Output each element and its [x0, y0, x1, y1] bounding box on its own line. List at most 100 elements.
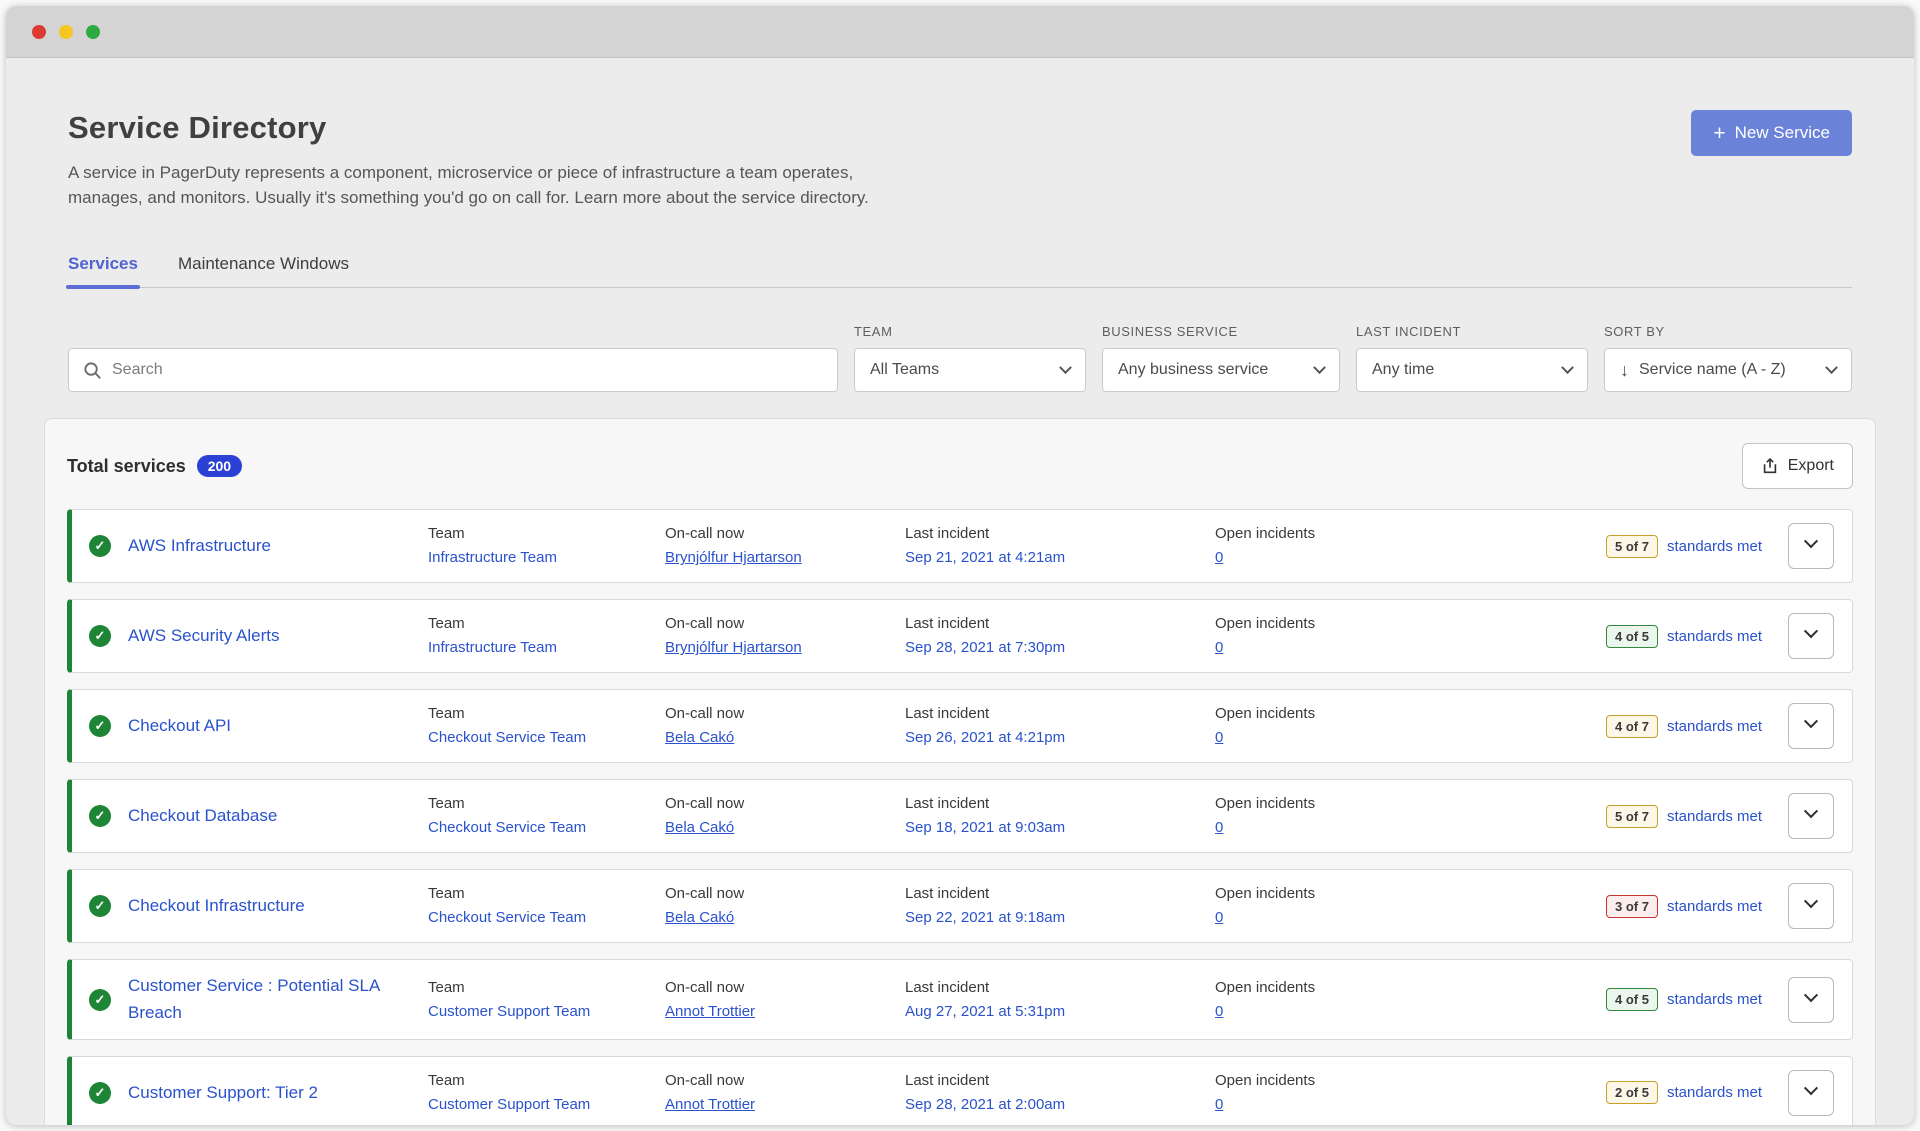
- last-incident-link[interactable]: Aug 27, 2021 at 5:31pm: [905, 1003, 1065, 1020]
- expand-row-cell: [1788, 793, 1834, 839]
- service-name-cell: Customer Service : Potential SLA Breach: [128, 973, 428, 1026]
- standards-met-link[interactable]: standards met: [1667, 991, 1762, 1008]
- service-status: ✓: [72, 1082, 128, 1104]
- last-incident-cell: Last incident Sep 18, 2021 at 9:03am: [905, 795, 1215, 837]
- last-incident-link[interactable]: Sep 28, 2021 at 2:00am: [905, 1096, 1065, 1113]
- expand-row-button[interactable]: [1788, 793, 1834, 839]
- on-call-user-link[interactable]: Annot Trottier: [665, 1096, 755, 1113]
- standards-badge: 4 of 5: [1606, 988, 1658, 1011]
- expand-row-button[interactable]: [1788, 703, 1834, 749]
- service-status: ✓: [72, 895, 128, 917]
- team-link[interactable]: Checkout Service Team: [428, 819, 586, 836]
- open-incidents-link[interactable]: 0: [1215, 639, 1223, 656]
- tabs-bar: Services Maintenance Windows: [68, 254, 1852, 288]
- service-status: ✓: [72, 625, 128, 647]
- service-name-link[interactable]: AWS Infrastructure: [128, 536, 271, 555]
- service-status: ✓: [72, 535, 128, 557]
- sort-by-value: Service name (A - Z): [1639, 361, 1817, 379]
- on-call-column-label: On-call now: [665, 885, 905, 902]
- team-link[interactable]: Checkout Service Team: [428, 729, 586, 746]
- standards-met-link[interactable]: standards met: [1667, 808, 1762, 825]
- last-incident-link[interactable]: Sep 22, 2021 at 9:18am: [905, 909, 1065, 926]
- on-call-column-label: On-call now: [665, 979, 905, 996]
- search-box[interactable]: [68, 348, 838, 392]
- service-status: ✓: [72, 715, 128, 737]
- table-row: ✓ Checkout Infrastructure Team Checkout …: [67, 869, 1853, 943]
- export-button[interactable]: Export: [1742, 443, 1853, 489]
- expand-row-button[interactable]: [1788, 977, 1834, 1023]
- open-incidents-cell: Open incidents 0: [1215, 705, 1606, 747]
- service-name-link[interactable]: Customer Support: Tier 2: [128, 1083, 318, 1102]
- on-call-user-link[interactable]: Bela Cakó: [665, 819, 734, 836]
- minimize-window-button[interactable]: [59, 25, 73, 39]
- new-service-button[interactable]: + New Service: [1691, 110, 1852, 156]
- open-incidents-link[interactable]: 0: [1215, 1096, 1223, 1113]
- standards-cell: 4 of 5 standards met: [1606, 625, 1788, 648]
- team-link[interactable]: Infrastructure Team: [428, 639, 557, 656]
- table-row: ✓ Checkout API Team Checkout Service Tea…: [67, 689, 1853, 763]
- last-incident-link[interactable]: Sep 21, 2021 at 4:21am: [905, 549, 1065, 566]
- open-incidents-column-label: Open incidents: [1215, 525, 1606, 542]
- team-link[interactable]: Customer Support Team: [428, 1003, 590, 1020]
- chevron-down-icon: [1804, 714, 1818, 728]
- last-incident-column-label: Last incident: [905, 705, 1215, 722]
- open-incidents-link[interactable]: 0: [1215, 819, 1223, 836]
- expand-row-cell: [1788, 703, 1834, 749]
- service-name-link[interactable]: Checkout API: [128, 716, 231, 735]
- search-input[interactable]: [112, 361, 823, 379]
- standards-badge: 4 of 7: [1606, 715, 1658, 738]
- status-ok-check-icon: ✓: [89, 715, 111, 737]
- open-incidents-link[interactable]: 0: [1215, 1003, 1223, 1020]
- status-ok-check-icon: ✓: [89, 989, 111, 1011]
- team-column-label: Team: [428, 795, 665, 812]
- open-incidents-link[interactable]: 0: [1215, 909, 1223, 926]
- standards-met-link[interactable]: standards met: [1667, 628, 1762, 645]
- team-filter-dropdown[interactable]: All Teams: [854, 348, 1086, 392]
- open-incidents-column-label: Open incidents: [1215, 1072, 1606, 1089]
- status-ok-check-icon: ✓: [89, 1082, 111, 1104]
- last-incident-link[interactable]: Sep 26, 2021 at 4:21pm: [905, 729, 1065, 746]
- service-name-link[interactable]: AWS Security Alerts: [128, 626, 279, 645]
- on-call-user-link[interactable]: Annot Trottier: [665, 1003, 755, 1020]
- last-incident-filter-dropdown[interactable]: Any time: [1356, 348, 1588, 392]
- team-cell: Team Checkout Service Team: [428, 885, 665, 927]
- open-incidents-column-label: Open incidents: [1215, 885, 1606, 902]
- expand-row-button[interactable]: [1788, 1070, 1834, 1116]
- open-incidents-column-label: Open incidents: [1215, 795, 1606, 812]
- business-service-filter-dropdown[interactable]: Any business service: [1102, 348, 1340, 392]
- team-link[interactable]: Checkout Service Team: [428, 909, 586, 926]
- on-call-user-link[interactable]: Brynjólfur Hjartarson: [665, 639, 802, 656]
- on-call-user-link[interactable]: Brynjólfur Hjartarson: [665, 549, 802, 566]
- standards-cell: 2 of 5 standards met: [1606, 1081, 1788, 1104]
- service-name-link[interactable]: Checkout Infrastructure: [128, 896, 305, 915]
- tab-maintenance-windows[interactable]: Maintenance Windows: [178, 254, 349, 287]
- expand-row-button[interactable]: [1788, 613, 1834, 659]
- on-call-user-link[interactable]: Bela Cakó: [665, 909, 734, 926]
- total-services: Total services 200: [67, 455, 242, 477]
- service-name-link[interactable]: Checkout Database: [128, 806, 277, 825]
- expand-row-button[interactable]: [1788, 523, 1834, 569]
- open-incidents-cell: Open incidents 0: [1215, 1072, 1606, 1114]
- team-link[interactable]: Infrastructure Team: [428, 549, 557, 566]
- close-window-button[interactable]: [32, 25, 46, 39]
- sort-by-dropdown[interactable]: ↓ Service name (A - Z): [1604, 348, 1852, 392]
- standards-met-link[interactable]: standards met: [1667, 898, 1762, 915]
- services-card-header: Total services 200 Export: [67, 443, 1853, 489]
- last-incident-link[interactable]: Sep 18, 2021 at 9:03am: [905, 819, 1065, 836]
- on-call-user-link[interactable]: Bela Cakó: [665, 729, 734, 746]
- status-ok-check-icon: ✓: [89, 895, 111, 917]
- team-column-label: Team: [428, 885, 665, 902]
- expand-row-button[interactable]: [1788, 883, 1834, 929]
- tab-services[interactable]: Services: [68, 254, 138, 287]
- on-call-column-label: On-call now: [665, 795, 905, 812]
- service-name-link[interactable]: Customer Service : Potential SLA Breach: [128, 976, 379, 1021]
- standards-met-link[interactable]: standards met: [1667, 718, 1762, 735]
- standards-met-link[interactable]: standards met: [1667, 1084, 1762, 1101]
- maximize-window-button[interactable]: [86, 25, 100, 39]
- open-incidents-link[interactable]: 0: [1215, 549, 1223, 566]
- open-incidents-link[interactable]: 0: [1215, 729, 1223, 746]
- team-link[interactable]: Customer Support Team: [428, 1096, 590, 1113]
- standards-met-link[interactable]: standards met: [1667, 538, 1762, 555]
- last-incident-link[interactable]: Sep 28, 2021 at 7:30pm: [905, 639, 1065, 656]
- chevron-down-icon: [1804, 804, 1818, 818]
